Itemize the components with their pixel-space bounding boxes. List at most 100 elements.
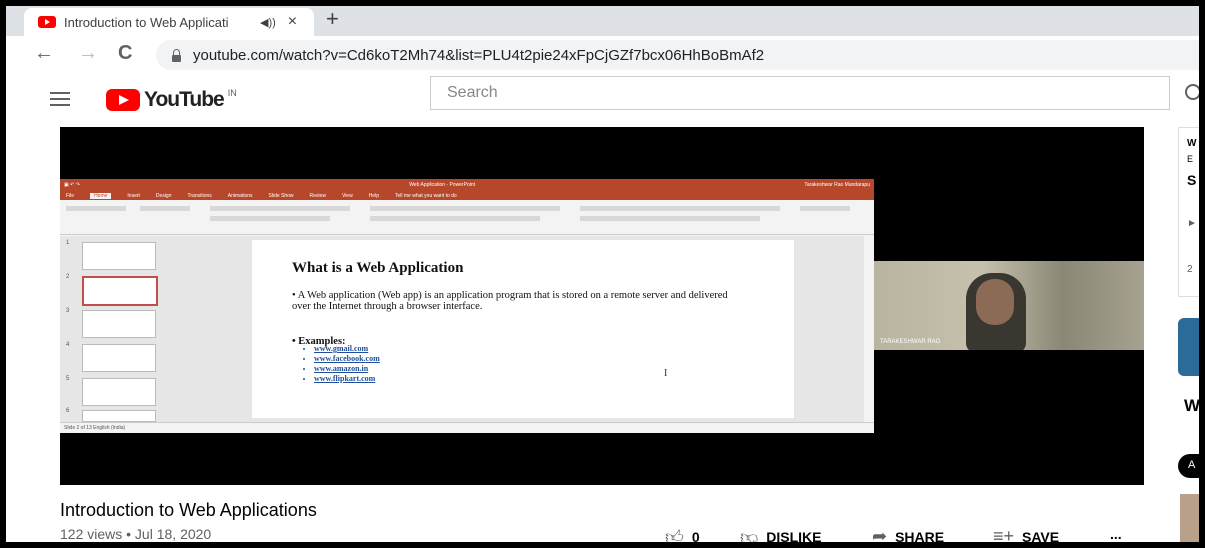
powerpoint-window: ▣ ↶ ↷ Web Application - PowerPoint Tarak… xyxy=(60,179,874,433)
video-title: Introduction to Web Applications xyxy=(60,500,317,520)
thumb-number: 5 xyxy=(66,376,70,382)
thumbs-down-icon: 👎︎ xyxy=(740,527,759,547)
example-link: www.gmail.com xyxy=(314,344,380,354)
ribbon-editing xyxy=(800,206,850,211)
ppt-quick-access: ▣ ↶ ↷ xyxy=(64,182,80,188)
example-link: www.flipkart.com xyxy=(314,374,380,384)
ribbon-paragraph xyxy=(370,206,560,211)
youtube-play-icon xyxy=(106,89,140,111)
close-tab-icon[interactable]: × xyxy=(288,13,297,31)
slide-thumbnail xyxy=(82,344,156,372)
ppt-tab-review: Review xyxy=(309,192,326,199)
share-button[interactable]: ➦ SHARE xyxy=(872,526,944,547)
share-icon: ➦ xyxy=(872,526,888,546)
ppt-tab-transitions: Transitions xyxy=(187,192,212,199)
tab-title: Introduction to Web Applicati xyxy=(64,14,229,30)
more-icon: ... xyxy=(1110,526,1122,542)
save-button[interactable]: ≡+ SAVE xyxy=(993,526,1059,547)
back-button[interactable]: ← xyxy=(34,42,54,65)
slide-title: What is a Web Application xyxy=(292,260,464,276)
search-input[interactable]: Search xyxy=(430,76,1170,110)
ppt-status-bar: Slide 2 of 13 English (India) xyxy=(60,422,874,433)
like-count: 0 xyxy=(691,529,700,545)
ppt-ribbon-tabs: File Home Insert Design Transitions Anim… xyxy=(60,191,874,200)
browser-tab[interactable]: Introduction to Web Applicati ◀)) × xyxy=(24,8,314,36)
panel-text: S xyxy=(1187,172,1197,188)
address-bar-row: ← → C youtube.com/watch?v=Cd6koT2Mh74&li… xyxy=(0,36,1205,75)
thumb-number: 3 xyxy=(66,308,70,314)
url-text: youtube.com/watch?v=Cd6koT2Mh74&list=PLU… xyxy=(193,46,765,64)
video-player[interactable]: ▣ ↶ ↷ Web Application - PowerPoint Tarak… xyxy=(60,127,1144,485)
new-tab-button[interactable]: + xyxy=(326,6,339,32)
promo-card[interactable] xyxy=(1178,318,1205,376)
related-video-thumbnail[interactable] xyxy=(1180,494,1205,542)
url-input[interactable]: youtube.com/watch?v=Cd6koT2Mh74&list=PLU… xyxy=(156,40,1205,70)
youtube-wordmark: YouTube xyxy=(144,88,225,111)
slide-thumbnail-selected xyxy=(82,276,158,306)
video-meta: 122 views • Jul 18, 2020 xyxy=(60,526,212,542)
text-cursor-icon: I xyxy=(664,368,668,379)
ppt-tab-home: Home xyxy=(90,192,112,199)
ppt-tell-me: Tell me what you want to do xyxy=(394,192,457,199)
like-button[interactable]: 👍︎ 0 xyxy=(665,526,700,548)
dislike-label: DISLIKE xyxy=(766,529,822,545)
slide-bullet: • A Web application (Web app) is an appl… xyxy=(292,290,728,312)
slide-thumbnail xyxy=(82,410,156,422)
ppt-app-title: Web Application - PowerPoint xyxy=(409,182,476,188)
panel-heading: W xyxy=(1184,396,1201,415)
ppt-tab-file: File xyxy=(66,192,75,199)
right-panel-card[interactable]: W E S ► 2 xyxy=(1178,127,1205,297)
country-code: IN xyxy=(227,88,237,98)
ppt-tab-slideshow: Slide Show xyxy=(268,192,294,199)
thumb-number: 1 xyxy=(66,240,70,246)
presenter-face xyxy=(976,279,1014,325)
save-label: SAVE xyxy=(1022,528,1060,545)
presenter-name: TARAKESHWAR RAO xyxy=(880,339,941,345)
examples-list: www.gmail.com www.facebook.com www.amazo… xyxy=(304,344,380,384)
panel-text: W xyxy=(1187,138,1197,149)
slide: What is a Web Application • A Web applic… xyxy=(252,240,794,418)
more-actions-button[interactable]: ... xyxy=(1110,526,1122,542)
panel-text: E xyxy=(1187,154,1194,164)
ribbon-font-2 xyxy=(210,216,330,221)
ppt-tab-design: Design xyxy=(155,192,172,199)
ppt-ribbon xyxy=(60,200,874,235)
browser-tab-bar: Introduction to Web Applicati ◀)) × + xyxy=(0,0,1205,36)
reload-button[interactable]: C xyxy=(118,42,132,65)
youtube-logo[interactable]: YouTube IN xyxy=(106,88,237,112)
ribbon-drawing xyxy=(580,206,780,211)
ribbon-font xyxy=(210,206,350,211)
thumb-number: 6 xyxy=(66,408,70,414)
lock-icon xyxy=(172,48,181,62)
thumbs-up-icon: 👍︎ xyxy=(665,527,684,547)
playlist-play-icon: ► xyxy=(1187,218,1197,229)
ribbon-drawing-2 xyxy=(580,216,760,221)
youtube-header: YouTube IN Search xyxy=(0,74,1205,124)
ppt-user: Tarakeshwar Rao Mandarapu xyxy=(804,182,870,188)
slide-thumbnail xyxy=(82,378,156,406)
share-label: SHARE xyxy=(895,528,945,545)
slide-thumbnail xyxy=(82,310,156,338)
slide-thumbnail xyxy=(82,242,156,270)
speaker-icon[interactable]: ◀)) xyxy=(260,16,276,29)
filter-chip[interactable]: A xyxy=(1178,454,1205,478)
ppt-tab-animations: Animations xyxy=(227,192,253,199)
ribbon-paragraph-2 xyxy=(370,216,540,221)
example-link: www.facebook.com xyxy=(314,354,380,364)
ppt-slide-canvas: What is a Web Application • A Web applic… xyxy=(170,236,864,422)
dislike-button[interactable]: 👎︎ DISLIKE xyxy=(740,526,822,548)
ppt-tab-help: Help xyxy=(368,192,379,199)
ppt-title-bar: ▣ ↶ ↷ Web Application - PowerPoint Tarak… xyxy=(60,179,874,191)
thumb-number: 2 xyxy=(66,274,70,280)
hamburger-menu-icon[interactable] xyxy=(50,92,70,110)
ppt-tab-view: View xyxy=(341,192,353,199)
playlist-index: 2 xyxy=(1187,264,1193,275)
search-icon[interactable] xyxy=(1185,84,1201,100)
youtube-favicon-icon xyxy=(38,16,56,28)
presenter-webcam: TARAKESHWAR RAO xyxy=(874,261,1144,350)
thumb-number: 4 xyxy=(66,342,70,348)
ribbon-slides xyxy=(140,206,190,211)
ppt-tab-insert: Insert xyxy=(127,192,140,199)
ppt-slide-thumbnails: 1 2 3 4 5 6 xyxy=(60,236,171,422)
forward-button[interactable]: → xyxy=(78,42,98,65)
